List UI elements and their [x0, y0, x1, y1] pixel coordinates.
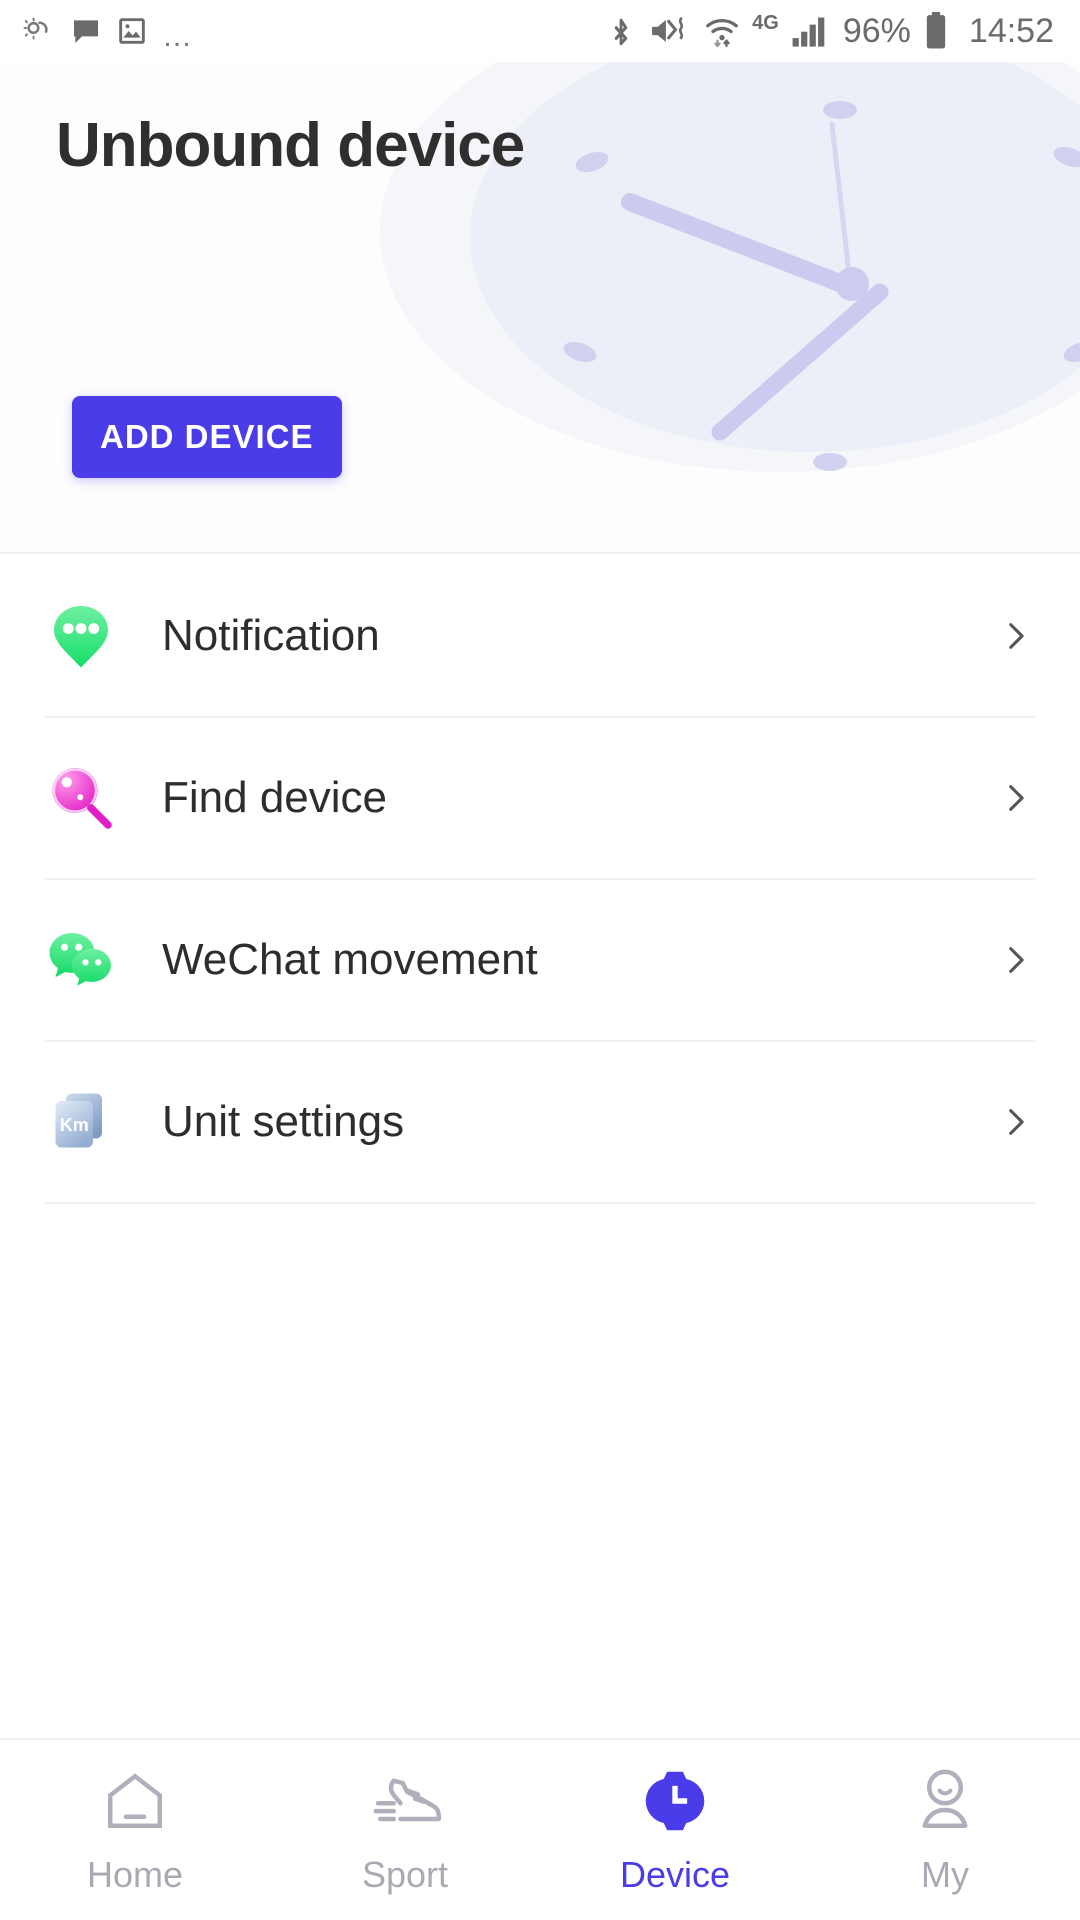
more-icon: … [162, 20, 194, 53]
nav-item-device[interactable]: Device [540, 1740, 810, 1920]
shoe-icon [368, 1764, 442, 1838]
nav-item-label: Device [619, 1854, 731, 1895]
chevron-right-icon [995, 616, 1035, 656]
wechat-icon [45, 924, 117, 996]
bottom-navigation: Home Sport Device My [0, 1738, 1080, 1920]
signal-icon [791, 14, 831, 48]
nav-item-label: My [921, 1854, 969, 1895]
list-item-label: Find device [162, 773, 388, 822]
add-device-button[interactable]: ADD DEVICE [72, 396, 342, 478]
page-header: Unbound device ADD DEVICE [0, 62, 1080, 554]
nav-item-label: Home [86, 1854, 184, 1895]
nav-item-home[interactable]: Home [0, 1740, 270, 1920]
list-item-wechat-movement[interactable]: WeChat movement [0, 880, 1080, 1040]
nav-item-sport[interactable]: Sport [270, 1740, 540, 1920]
home-icon [98, 1764, 172, 1838]
weather-icon [20, 13, 56, 49]
nav-item-label: Sport [361, 1854, 449, 1895]
message-icon [70, 15, 102, 47]
chevron-right-icon [995, 778, 1035, 818]
status-bar-left: … [20, 13, 194, 53]
list-item-find-device[interactable]: Find device [0, 718, 1080, 878]
status-bar-right: 4G 96% 14:52 [606, 11, 1054, 51]
list-item-notification[interactable]: Notification [0, 556, 1080, 716]
magnifier-icon [45, 762, 117, 834]
wifi-icon [704, 13, 740, 49]
km-unit-icon: Km [45, 1086, 117, 1158]
notification-bubble-icon [45, 600, 117, 672]
chevron-right-icon [995, 1102, 1035, 1142]
status-bar: … 4G 96% 14:52 [0, 0, 1080, 62]
photo-icon [116, 15, 148, 47]
network-type-label: 4G [752, 11, 779, 34]
list-divider [45, 1202, 1035, 1204]
svg-text:Km: Km [60, 1115, 89, 1135]
clock-label: 14:52 [968, 11, 1054, 50]
battery-icon [923, 11, 949, 51]
watch-icon [638, 1764, 712, 1838]
bluetooth-icon [606, 13, 636, 49]
list-item-label: Notification [162, 611, 380, 660]
list-item-label: Unit settings [162, 1097, 405, 1146]
chevron-right-icon [995, 940, 1035, 980]
app-screen: … 4G 96% 14:52 Unbound device ADD DEVICE… [0, 0, 1080, 1920]
battery-percent-label: 96% [842, 11, 911, 50]
list-item-unit-settings[interactable]: Km Unit settings [0, 1042, 1080, 1202]
settings-list: Notification Find device WeChat movement… [0, 556, 1080, 1204]
list-item-label: WeChat movement [162, 935, 538, 984]
mute-vibrate-icon [648, 14, 692, 48]
page-title: Unbound device [56, 111, 525, 180]
person-icon [908, 1764, 982, 1838]
nav-item-my[interactable]: My [810, 1740, 1080, 1920]
